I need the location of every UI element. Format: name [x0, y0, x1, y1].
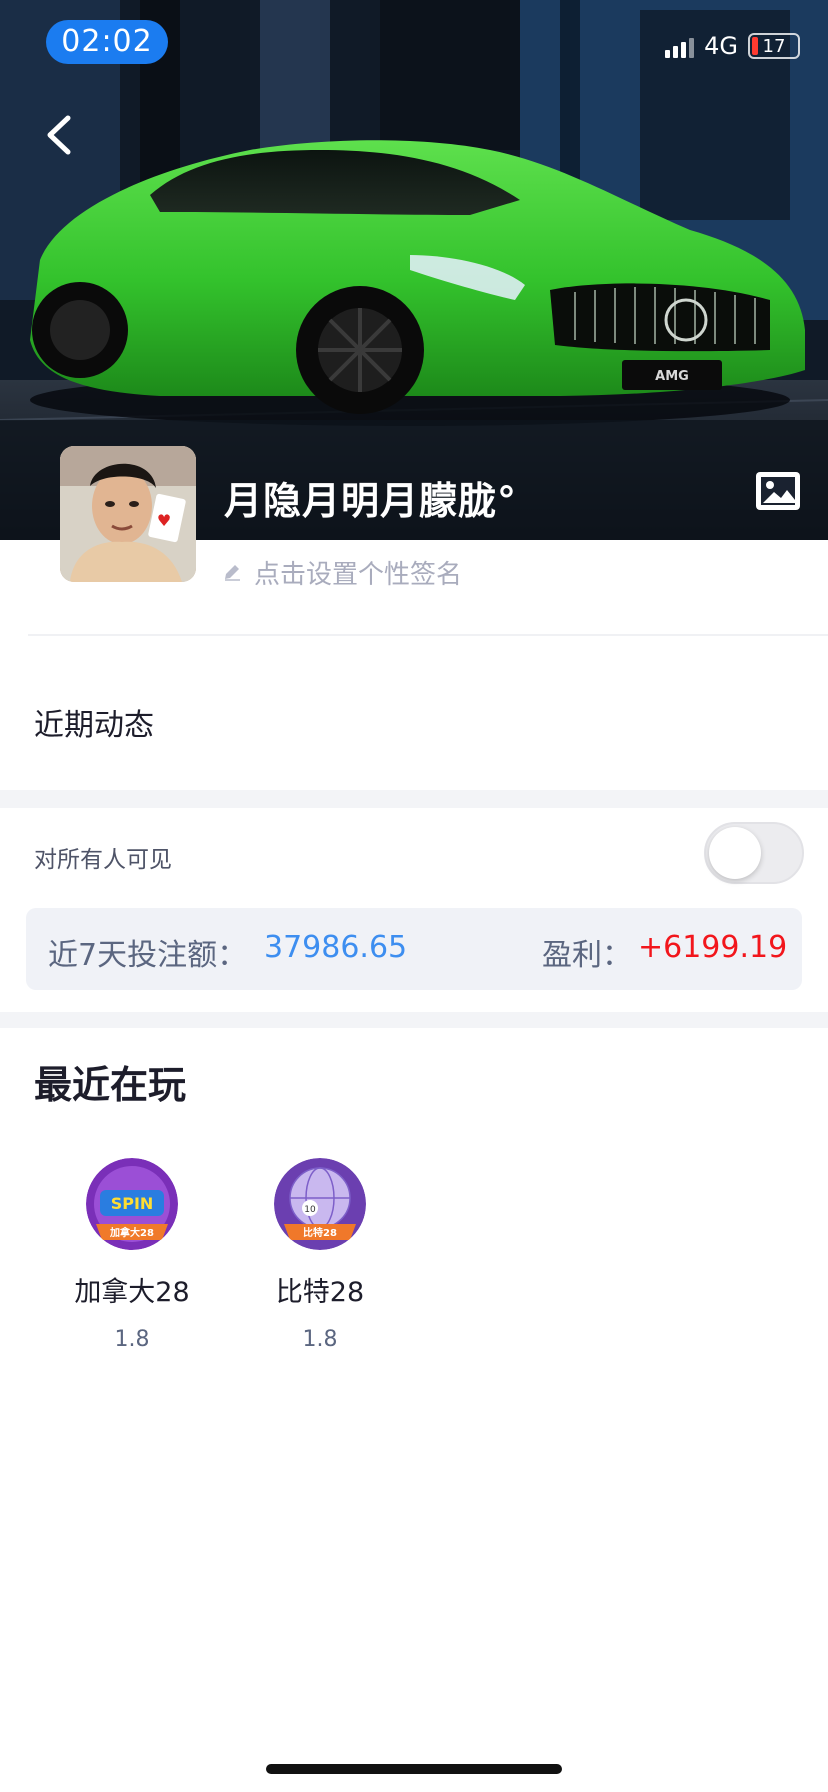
signal-icon: [665, 34, 695, 58]
signature-placeholder: 点击设置个性签名: [254, 559, 463, 590]
signature-row[interactable]: 点击设置个性签名: [222, 554, 462, 590]
profit-value: +6199.19: [638, 930, 788, 965]
section-separator: [0, 790, 828, 808]
profit-label: 盈利：: [542, 938, 632, 973]
svg-text:♥: ♥: [157, 511, 171, 530]
divider: [28, 634, 828, 636]
visibility-toggle[interactable]: [704, 822, 804, 884]
game-item-canada28[interactable]: SPIN 加拿大28 加拿大28 1.8: [42, 1158, 222, 1352]
bet-amount-label: 近7天投注额：: [48, 938, 248, 973]
pencil-icon: [225, 565, 240, 581]
stats-card: 近7天投注额： 37986.65 盈利： +6199.19: [26, 908, 802, 990]
back-button[interactable]: [40, 110, 80, 160]
section-separator: [0, 1012, 828, 1028]
status-indicators: 4G 17: [665, 26, 800, 66]
game-odds: 1.8: [302, 1327, 338, 1352]
recent-games-title: 最近在玩: [34, 1063, 187, 1107]
game-name: 比特28: [275, 1277, 365, 1308]
profile-nickname: 月隐月明月朦胧°: [224, 479, 518, 523]
network-type: 4G: [704, 32, 738, 60]
profile-avatar[interactable]: ♥: [60, 446, 196, 582]
status-time: 02:02: [46, 20, 168, 64]
bit28-badge-text: 比特28: [303, 1226, 337, 1239]
bit28-game-icon: 10 比特28: [274, 1158, 366, 1250]
canada28-badge-text: 加拿大28: [109, 1226, 154, 1239]
game-odds: 1.8: [114, 1327, 150, 1352]
chevron-left-icon: [47, 115, 71, 155]
svg-text:AMG: AMG: [655, 369, 689, 384]
visibility-label: 对所有人可见: [34, 847, 172, 873]
battery-icon: 17: [748, 33, 800, 59]
svg-text:10: 10: [304, 1205, 316, 1215]
toggle-knob: [709, 827, 761, 879]
game-item-bit28[interactable]: 10 比特28 比特28 1.8: [230, 1158, 410, 1352]
svg-text:SPIN: SPIN: [111, 1194, 154, 1213]
game-name: 加拿大28: [74, 1277, 190, 1308]
change-cover-button[interactable]: [754, 470, 802, 512]
bet-amount-value: 37986.65: [264, 930, 408, 965]
battery-level: 17: [762, 35, 786, 57]
recent-activity-title[interactable]: 近期动态: [34, 700, 154, 744]
home-indicator[interactable]: [266, 1764, 562, 1774]
image-icon: [756, 472, 800, 510]
canada28-game-icon: SPIN 加拿大28: [86, 1158, 178, 1250]
